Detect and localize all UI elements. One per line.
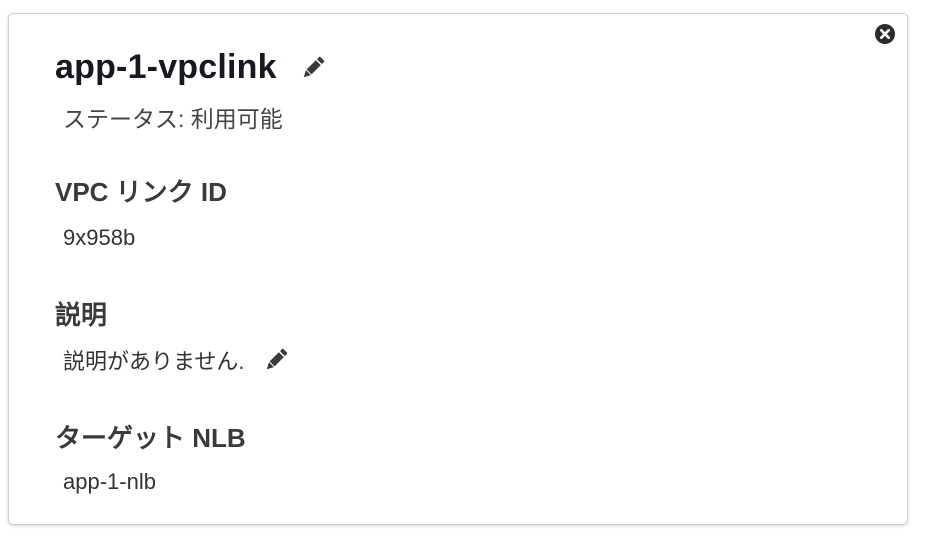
pencil-icon bbox=[303, 56, 325, 77]
vpc-link-id-value: 9x958b bbox=[63, 225, 136, 250]
title-row: app-1-vpclink bbox=[55, 48, 327, 87]
edit-name-button[interactable] bbox=[299, 54, 327, 82]
status-text: ステータス: 利用可能 bbox=[63, 106, 283, 132]
target-nlb-value: app-1-nlb bbox=[63, 469, 156, 494]
close-circle-icon bbox=[875, 24, 895, 44]
description-label: 説明 bbox=[55, 300, 108, 330]
vpc-link-details-panel: app-1-vpclink ステータス: 利用可能 VPC リンク ID 9x9… bbox=[8, 13, 908, 525]
target-nlb-label: ターゲット NLB bbox=[55, 423, 246, 453]
description-value: 説明がありません. bbox=[63, 349, 245, 374]
edit-description-button[interactable] bbox=[262, 346, 290, 374]
description-row: 説明がありません. bbox=[63, 344, 290, 376]
close-button[interactable] bbox=[875, 24, 895, 44]
page-title: app-1-vpclink bbox=[55, 48, 277, 86]
vpc-link-id-label: VPC リンク ID bbox=[55, 177, 227, 207]
pencil-icon bbox=[267, 348, 288, 370]
